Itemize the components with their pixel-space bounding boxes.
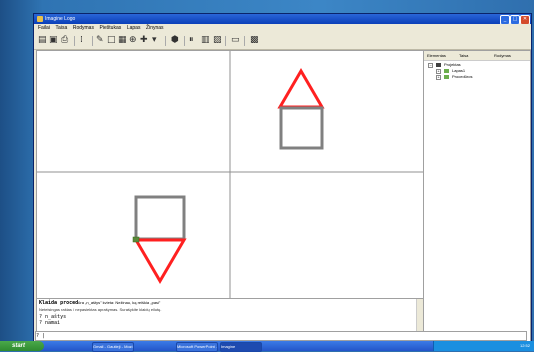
toolbar-separator <box>225 36 226 46</box>
menu-item-zinynas[interactable]: Žinynas <box>146 24 164 33</box>
bottom-house-roof <box>133 238 187 284</box>
menu-item-lapas[interactable]: Lapas <box>127 24 141 33</box>
panel-tabs: Elementas Taisa Rodymas <box>424 51 530 61</box>
tree-expand-toggle[interactable]: + <box>436 75 441 80</box>
error-text: ūra „n_aštys" kvieta: Nežinau, ką reiški… <box>78 300 161 305</box>
tab-taisa[interactable]: Taisa <box>459 53 468 58</box>
page-icon <box>444 69 449 73</box>
menu-bar: Failai Taisa Rodymas Pieštukas Lapas Žin… <box>34 24 531 33</box>
tree-expand-toggle[interactable]: + <box>436 69 441 74</box>
top-house-body <box>279 106 324 150</box>
pen-icon[interactable]: ✎ <box>96 36 104 45</box>
clock: 12:52 <box>519 343 530 348</box>
taskbar: start Gmail - Gautieji - Mozi... Microso… <box>0 341 534 352</box>
zoom-icon[interactable]: ⊕ <box>129 36 137 45</box>
start-label: start <box>12 343 26 349</box>
menu-item-taisa[interactable]: Taisa <box>56 24 68 33</box>
tree-item-lapas1[interactable]: Lapas1 <box>452 68 465 73</box>
system-tray: 12:52 <box>433 341 534 351</box>
menu-item-failai[interactable]: Failai <box>38 24 50 33</box>
toolbar-separator <box>92 36 93 46</box>
page-icon[interactable]: ▭ <box>231 36 240 45</box>
title-bar[interactable]: Imagine Logo _ □ ✕ <box>34 14 531 25</box>
error-prefix: Klaida proced <box>39 300 79 306</box>
menu-item-rodymas[interactable]: Rodymas <box>73 24 94 33</box>
print-icon[interactable]: ⎙ <box>61 36 68 45</box>
menu-item-piestukas[interactable]: Pieštukas <box>100 24 122 33</box>
window-title: Imagine Logo <box>45 16 76 22</box>
app-icon <box>37 16 43 22</box>
app-window: Imagine Logo _ □ ✕ Failai Taisa Rodymas … <box>33 13 532 344</box>
tab-elementas[interactable]: Elementas <box>427 53 446 58</box>
command-input[interactable]: ? | <box>35 331 527 341</box>
project-panel: Elementas Taisa Rodymas − Projektas + La… <box>423 50 531 344</box>
stop-icon[interactable]: ▥ <box>201 36 210 45</box>
toolbar: ▤ ▣ ⎙ ⁞ ✎ □ ▦ ⊕ ✚ ▾ ⬢ ⏸ ▥ ▨ ▭ ▩ <box>34 33 531 50</box>
tree-item-projektas[interactable]: Projektas <box>444 62 461 67</box>
toolbar-separator <box>165 36 166 46</box>
console-error-line: Klaida procedūra „n_aštys" kvieta: Nežin… <box>39 300 160 306</box>
toolbar-separator <box>244 36 245 46</box>
canvas-graphics <box>37 51 423 298</box>
console-hint-line: Neteisingas raštas / nepasiektas aprašym… <box>39 307 162 312</box>
turtle-icon[interactable]: ⁞ <box>80 36 83 45</box>
bottom-house-body <box>134 195 186 241</box>
tree-expand-toggle[interactable]: − <box>428 63 433 68</box>
turtle-icon[interactable] <box>132 236 140 243</box>
image-icon[interactable]: ▩ <box>250 36 259 45</box>
pause-icon[interactable]: ⏸ <box>189 36 194 45</box>
procedures-icon <box>444 75 449 79</box>
console-command-line: ? namai <box>39 320 61 326</box>
step-icon[interactable]: ▨ <box>213 36 222 45</box>
save-icon[interactable]: ▣ <box>49 36 58 45</box>
start-button[interactable]: start <box>0 341 44 351</box>
project-icon <box>436 63 441 67</box>
tree-item-proceduros[interactable]: Procedūros <box>452 74 472 79</box>
shape-dropdown-icon[interactable]: ▾ <box>152 36 157 45</box>
tab-rodymas[interactable]: Rodymas <box>494 53 511 58</box>
paint-icon[interactable]: ⬢ <box>171 36 179 45</box>
add-object-icon[interactable]: ✚ <box>140 36 148 45</box>
new-icon[interactable]: ▤ <box>38 36 47 45</box>
fill-icon[interactable]: ▦ <box>118 36 127 45</box>
toolbar-separator <box>74 36 75 46</box>
rectangle-icon[interactable]: □ <box>107 36 116 45</box>
drawing-canvas[interactable] <box>36 50 424 299</box>
top-house-roof <box>277 68 325 109</box>
toolbar-separator <box>184 36 185 46</box>
